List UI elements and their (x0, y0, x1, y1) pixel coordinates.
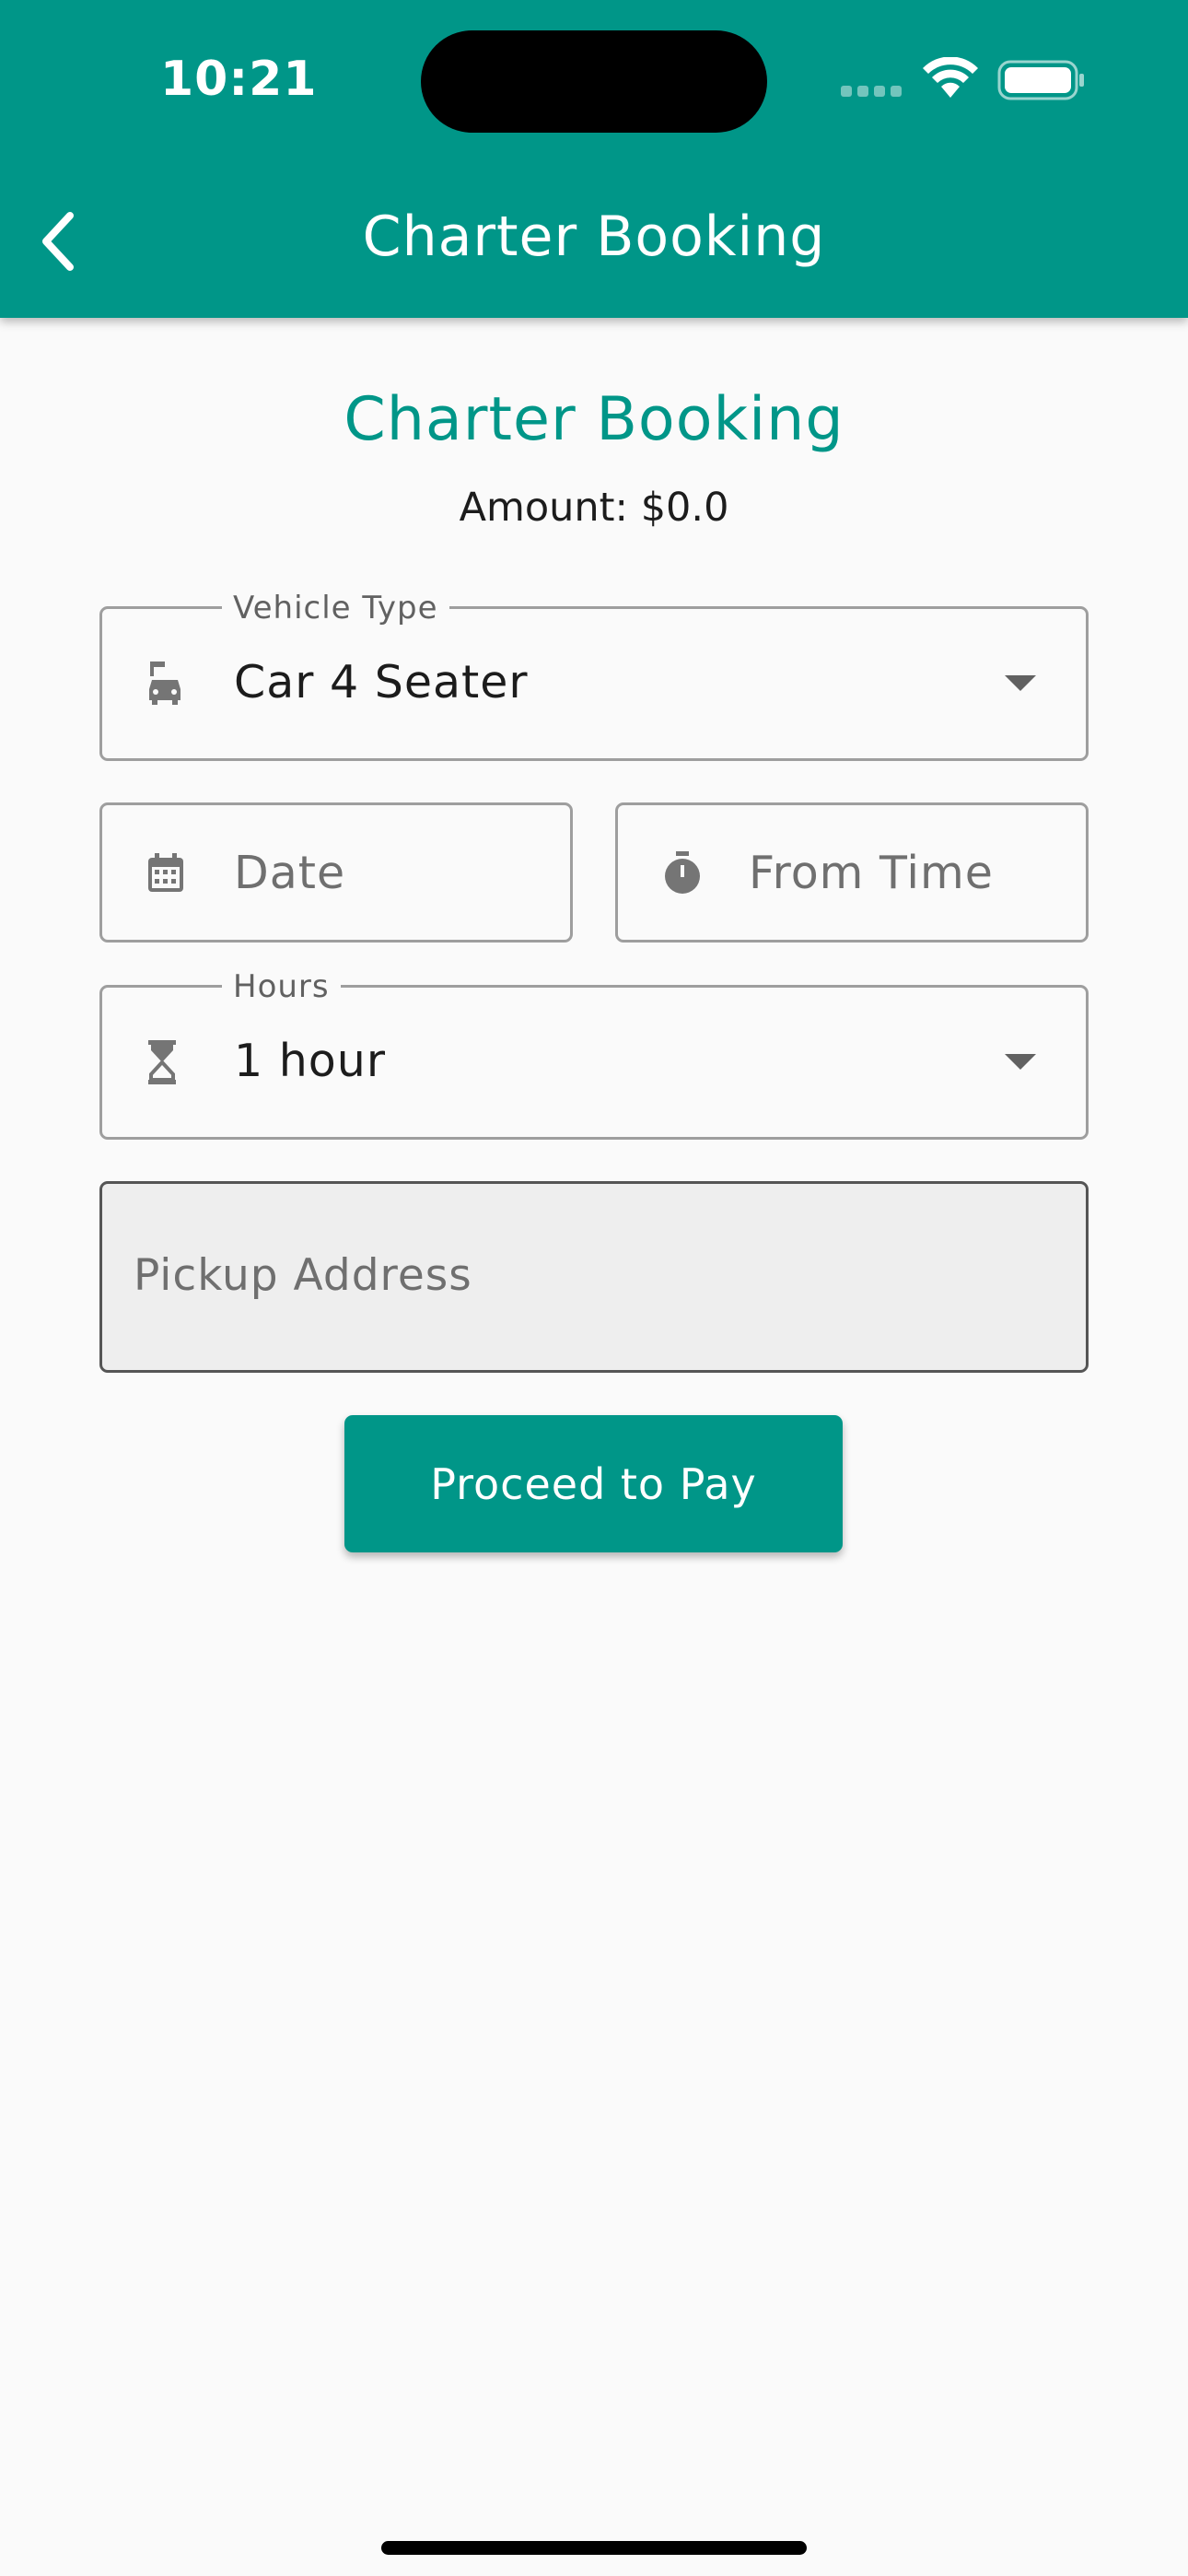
hours-label: Hours (222, 968, 341, 1005)
hours-dropdown[interactable]: Hours 1 hour (99, 968, 1089, 1140)
calendar-icon (148, 853, 183, 892)
app-bar-title: Charter Booking (362, 205, 826, 269)
date-placeholder: Date (234, 847, 346, 899)
date-field[interactable]: Date (99, 802, 573, 943)
app-bar: 10:21 Charter Booking (0, 0, 1188, 318)
pickup-address-input[interactable]: Pickup Address (99, 1181, 1089, 1373)
pickup-address-placeholder: Pickup Address (134, 1250, 472, 1301)
hourglass-icon (148, 1040, 176, 1084)
vehicle-type-dropdown[interactable]: Vehicle Type Car 4 Seater (99, 590, 1089, 761)
from-time-field[interactable]: From Time (615, 802, 1089, 943)
cellular-signal-icon (841, 83, 907, 100)
hours-value: 1 hour (234, 1035, 386, 1087)
dynamic-island (421, 30, 767, 133)
amount-label: Amount: $0.0 (459, 485, 729, 531)
status-time: 10:21 (160, 52, 318, 107)
vehicle-type-value: Car 4 Seater (234, 656, 529, 708)
from-time-placeholder: From Time (749, 847, 994, 899)
battery-icon (997, 60, 1084, 100)
home-indicator (381, 2541, 807, 2555)
vehicle-type-label: Vehicle Type (222, 590, 449, 626)
page-title: Charter Booking (344, 385, 844, 454)
car-icon (149, 662, 181, 705)
stopwatch-icon (665, 851, 700, 894)
proceed-to-pay-button[interactable]: Proceed to Pay (344, 1415, 843, 1552)
wifi-icon (923, 57, 978, 98)
caret-down-icon (1005, 1054, 1036, 1070)
caret-down-icon (1005, 675, 1036, 691)
